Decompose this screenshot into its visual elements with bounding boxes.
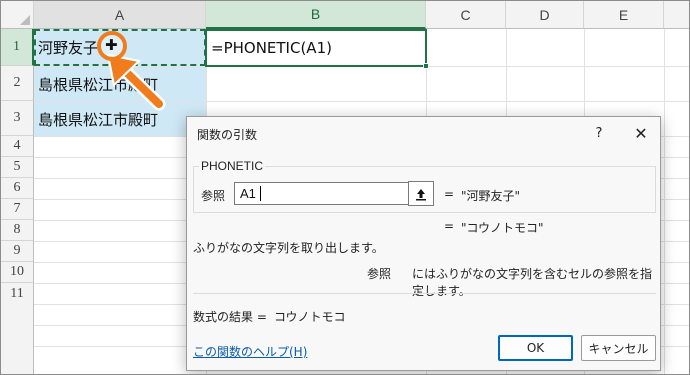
separator: [193, 293, 656, 294]
reference-input[interactable]: A1: [234, 182, 434, 205]
cancel-button[interactable]: キャンセル: [581, 335, 656, 361]
formula-result-value: コウノトモコ: [274, 310, 346, 324]
column-header-d[interactable]: D: [506, 1, 584, 29]
row-header-1[interactable]: 1: [1, 29, 34, 66]
function-help-link[interactable]: この関数のヘルプ(H): [193, 343, 307, 360]
cell-a2[interactable]: 島根県松江市殿町: [34, 67, 206, 101]
ok-button[interactable]: OK: [498, 335, 573, 361]
fill-handle[interactable]: [423, 63, 429, 69]
argument-result: "河野友子": [461, 189, 521, 203]
row-header-10[interactable]: 10: [1, 262, 34, 283]
gridline: [664, 29, 665, 374]
function-result: "コウノトモコ": [461, 221, 544, 235]
column-header-e[interactable]: E: [584, 1, 664, 29]
argument-label: 参照: [201, 189, 226, 203]
row-header-6[interactable]: 6: [1, 178, 34, 199]
function-arguments-dialog: 関数の引数 ? ✕ PHONETIC 参照 A1 = "河野友子" = "コウノ…: [186, 116, 661, 371]
help-button[interactable]: ?: [589, 123, 609, 143]
row-header-7[interactable]: 7: [1, 199, 34, 220]
close-button[interactable]: ✕: [629, 121, 653, 145]
row-header-2[interactable]: 2: [1, 66, 34, 101]
cell-a3[interactable]: 島根県松江市殿町: [34, 102, 206, 136]
select-all-corner[interactable]: [1, 1, 34, 29]
collapse-dialog-icon[interactable]: [408, 181, 434, 206]
equals-sign: =: [444, 187, 455, 201]
excel-window: A B C D E 1 2 3 4 5 6 7 8 9 10 11 河野友子 島…: [0, 0, 690, 375]
dialog-title: 関数の引数: [197, 128, 258, 142]
column-header-b[interactable]: B: [206, 1, 426, 29]
row-header-4[interactable]: 4: [1, 136, 34, 157]
row-header-5[interactable]: 5: [1, 157, 34, 178]
row-header-11[interactable]: 11: [1, 283, 34, 374]
column-header-a[interactable]: A: [34, 1, 206, 29]
function-name: PHONETIC: [199, 159, 266, 173]
column-header-c[interactable]: C: [426, 1, 506, 29]
formula-result-label: 数式の結果 =: [193, 310, 267, 324]
equals-sign: =: [444, 219, 455, 233]
row-header-9[interactable]: 9: [1, 241, 34, 262]
column-header-f[interactable]: [664, 1, 689, 29]
argument-description-name: 参照: [367, 267, 392, 281]
cell-b1[interactable]: =PHONETIC(A1): [205, 29, 427, 67]
row-header-3[interactable]: 3: [1, 101, 34, 136]
function-description: ふりがなの文字列を取り出します。: [193, 241, 384, 255]
plus-cursor-icon: ✚: [105, 36, 118, 54]
row-header-8[interactable]: 8: [1, 220, 34, 241]
